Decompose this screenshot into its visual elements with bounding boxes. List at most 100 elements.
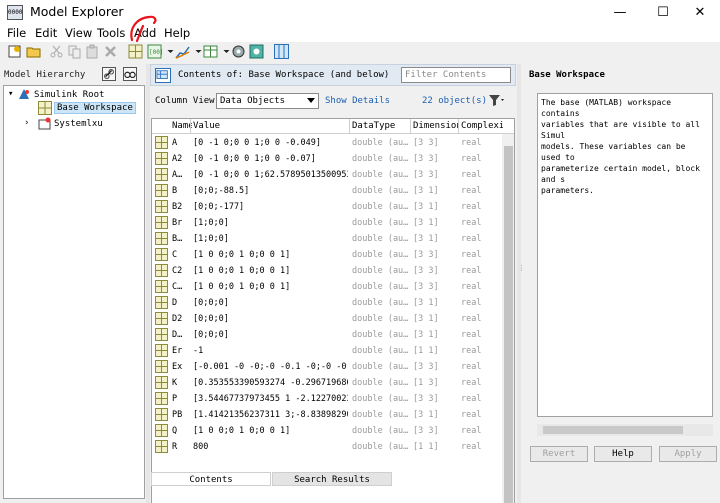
menu-add[interactable]: Add [134,26,156,40]
chevron-down-icon-3[interactable] [219,44,230,59]
cell-name: B2 [172,202,183,212]
cell-datatype: double (au… [352,362,408,372]
glasses-icon[interactable] [123,67,137,81]
copy-icon[interactable] [67,44,82,59]
table-row[interactable]: D2 [0;0;0] double (au… [3 1] real [152,311,502,327]
add-chart-icon[interactable] [175,44,190,59]
tab-search-results[interactable]: Search Results [272,472,392,486]
apply-button[interactable]: Apply [659,446,717,462]
table-row[interactable]: C… [1 0 0;0 1 0;0 0 1] double (au… [3 3] rea… [152,279,502,295]
cell-complexity: real [461,266,482,276]
collapse-chevron-icon[interactable]: ▾ [8,89,13,99]
cell-datatype: double (au… [352,314,408,324]
table-row[interactable]: B… [1;0;0] double (au… [3 1] real [152,231,502,247]
table-row[interactable]: Ex [-0.001 -0 -0;-0 -0.1 -0;-0 -0 -0… doub… [152,359,502,375]
cell-datatype: double (au… [352,426,408,436]
tree-node-simulink-root[interactable]: Simulink Root [34,90,104,100]
variable-icon [155,312,168,325]
cell-name: Br [172,218,183,228]
tree-node-base-workspace[interactable]: Base Workspace [54,102,136,114]
menu-bar: File Edit View Tools Add Help [0,26,720,42]
column-header-complexity[interactable]: Complexit [461,121,503,131]
filter-contents-input[interactable]: Filter Contents [401,67,511,83]
title-bar: 0000 Model Explorer — ☐ ✕ [0,0,720,26]
column-header-value[interactable]: Value [193,121,348,131]
table-row[interactable]: C2 [1 0 0;0 1 0;0 0 1] double (au… [3 3] rea… [152,263,502,279]
tree-node-systemlxu[interactable]: Systemlxu [54,119,103,129]
description-horizontal-scrollbar[interactable] [537,424,713,436]
cell-complexity: real [461,170,482,180]
cell-name: PB [172,410,183,420]
scrollbar-thumb[interactable] [504,146,513,503]
table-row[interactable]: Q [1 0 0;0 1 0;0 0 1] double (au… [3 3] real [152,423,502,439]
new-model-icon[interactable] [8,44,23,59]
table-row[interactable]: K [0.353553390593274 -0.29671968686… doubl… [152,375,502,391]
cell-name: Er [172,346,183,356]
cell-dimension: [3 3] [413,266,439,276]
cell-value: [1 0 0;0 1 0;0 0 1] [193,250,291,260]
cell-value: [1 0 0;0 1 0;0 0 1] [193,266,291,276]
chevron-down-icon-2[interactable] [191,44,202,59]
paste-icon[interactable] [85,44,100,59]
revert-button[interactable]: Revert [530,446,588,462]
tab-contents[interactable]: Contents [151,472,271,486]
table-row[interactable]: PB [1.41421356237311 3;-8.83898290184… dou… [152,407,502,423]
delete-icon[interactable] [103,44,118,59]
column-header-name[interactable]: Name [172,121,192,131]
column-header-dimension[interactable]: Dimension [413,121,459,131]
cut-icon[interactable] [49,44,64,59]
cell-datatype: double (au… [352,170,408,180]
table-row[interactable]: C [1 0 0;0 1 0;0 0 1] double (au… [3 3] real [152,247,502,263]
table-row[interactable]: B2 [0;0;-177] double (au… [3 1] real [152,199,502,215]
cell-value: [1;0;0] [193,218,229,228]
cell-name: C… [172,282,183,292]
right-splitter[interactable] [517,64,521,503]
show-details-link[interactable]: Show Details [325,96,390,106]
settings-gear-icon[interactable] [231,44,246,59]
show-dialog-pane-icon[interactable] [274,44,289,59]
close-button[interactable]: ✕ [680,0,720,26]
filter-funnel-icon[interactable] [488,93,506,108]
table-vertical-scrollbar[interactable] [502,134,514,503]
table-row[interactable]: Br [1;0;0] double (au… [3 1] real [152,215,502,231]
chevron-down-icon[interactable] [163,44,174,59]
menu-tools[interactable]: Tools [97,26,125,40]
add-matlab-variable-icon[interactable]: [00] [147,44,162,59]
maximize-button[interactable]: ☐ [643,0,683,26]
table-row[interactable]: A2 [0 -1 0;0 0 1;0 0 -0.07] double (au… [3 … [152,151,502,167]
cell-dimension: [3 1] [413,298,439,308]
variable-icon [155,280,168,293]
table-row[interactable]: A… [0 -1 0;0 0 1;62.57895013500953 … doubl… [152,167,502,183]
cell-complexity: real [461,394,482,404]
column-view-select[interactable]: Data Objects [216,93,319,109]
model-config-icon[interactable] [249,44,264,59]
description-scrollbar-thumb[interactable] [543,426,683,434]
menu-help[interactable]: Help [164,26,190,40]
open-folder-icon[interactable] [26,44,41,59]
expand-chevron-icon[interactable]: › [24,118,29,128]
table-row[interactable]: B [0;0;-88.5] double (au… [3 1] real [152,183,502,199]
table-row[interactable]: R 800 double (au… [1 1] real [152,439,502,455]
help-button[interactable]: Help [594,446,652,462]
contents-title: Contents of: Base Workspace (and below) [178,70,390,80]
table-row[interactable]: P [3.54467737973455 1 -2.12270023885… doub… [152,391,502,407]
variable-icon [155,392,168,405]
menu-edit[interactable]: Edit [35,26,57,40]
cell-datatype: double (au… [352,186,408,196]
table-row[interactable]: A [0 -1 0;0 0 1;0 0 -0.049] double (au… [3 … [152,135,502,151]
cell-name: B… [172,234,183,244]
table-row[interactable]: D… [0;0;0] double (au… [3 1] real [152,327,502,343]
table-row[interactable]: D [0;0;0] double (au… [3 1] real [152,295,502,311]
cell-value: [1;0;0] [193,234,229,244]
link-icon[interactable] [102,67,116,81]
table-row[interactable]: Er -1 double (au… [1 1] real [152,343,502,359]
column-header-datatype[interactable]: DataType [352,121,408,131]
minimize-button[interactable]: — [600,0,640,26]
model-hierarchy-pane: Model Hierarchy ▾ Simulink Root Base Wor… [0,64,146,503]
variable-icon [155,328,168,341]
menu-view[interactable]: View [65,26,92,40]
variable-icon [155,136,168,149]
menu-file[interactable]: File [7,26,26,40]
add-variable-icon[interactable] [128,44,143,59]
add-table-icon[interactable] [203,44,218,59]
